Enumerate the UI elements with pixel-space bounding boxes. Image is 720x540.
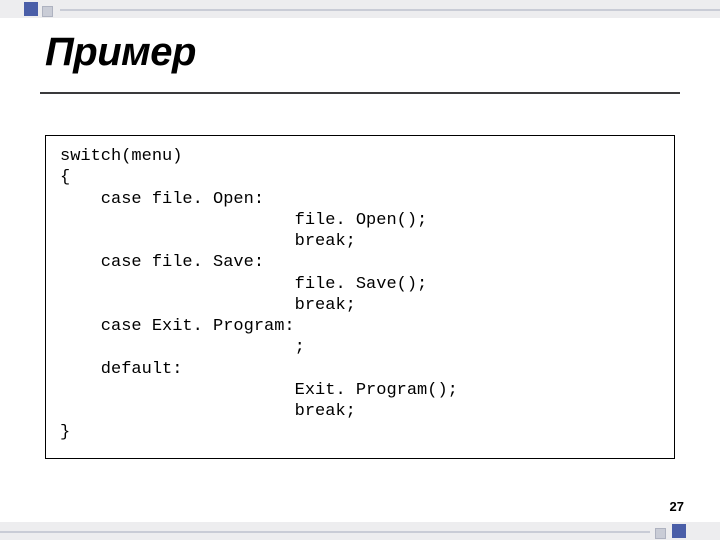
accent-square-icon (24, 2, 38, 16)
top-decor-bar (0, 0, 720, 18)
code-line: break; (60, 296, 356, 315)
title-underline (40, 92, 680, 94)
code-line: Exit. Program(); (60, 381, 458, 400)
code-block: switch(menu) { case file. Open: file. Op… (60, 146, 662, 444)
slide: Пример switch(menu) { case file. Open: f… (0, 0, 720, 540)
bottom-decor-bar (0, 522, 720, 540)
code-line: file. Save(); (60, 275, 427, 294)
accent-square-icon (672, 524, 686, 538)
code-line: { (60, 168, 70, 187)
code-line: case file. Open: (60, 190, 264, 209)
page-number: 27 (670, 499, 684, 514)
bottom-rule-line (0, 531, 650, 533)
top-rule-line (60, 9, 720, 11)
slide-title: Пример (45, 30, 196, 75)
code-line: switch(menu) (60, 147, 182, 166)
small-square-icon (655, 528, 666, 539)
code-line: break; (60, 232, 356, 251)
code-line: case file. Save: (60, 253, 264, 272)
code-line: file. Open(); (60, 211, 427, 230)
code-box: switch(menu) { case file. Open: file. Op… (45, 135, 675, 459)
code-line: case Exit. Program: (60, 317, 295, 336)
code-line: } (60, 423, 70, 442)
code-line: break; (60, 402, 356, 421)
code-line: ; (60, 338, 305, 357)
small-square-icon (42, 6, 53, 17)
code-line: default: (60, 360, 182, 379)
